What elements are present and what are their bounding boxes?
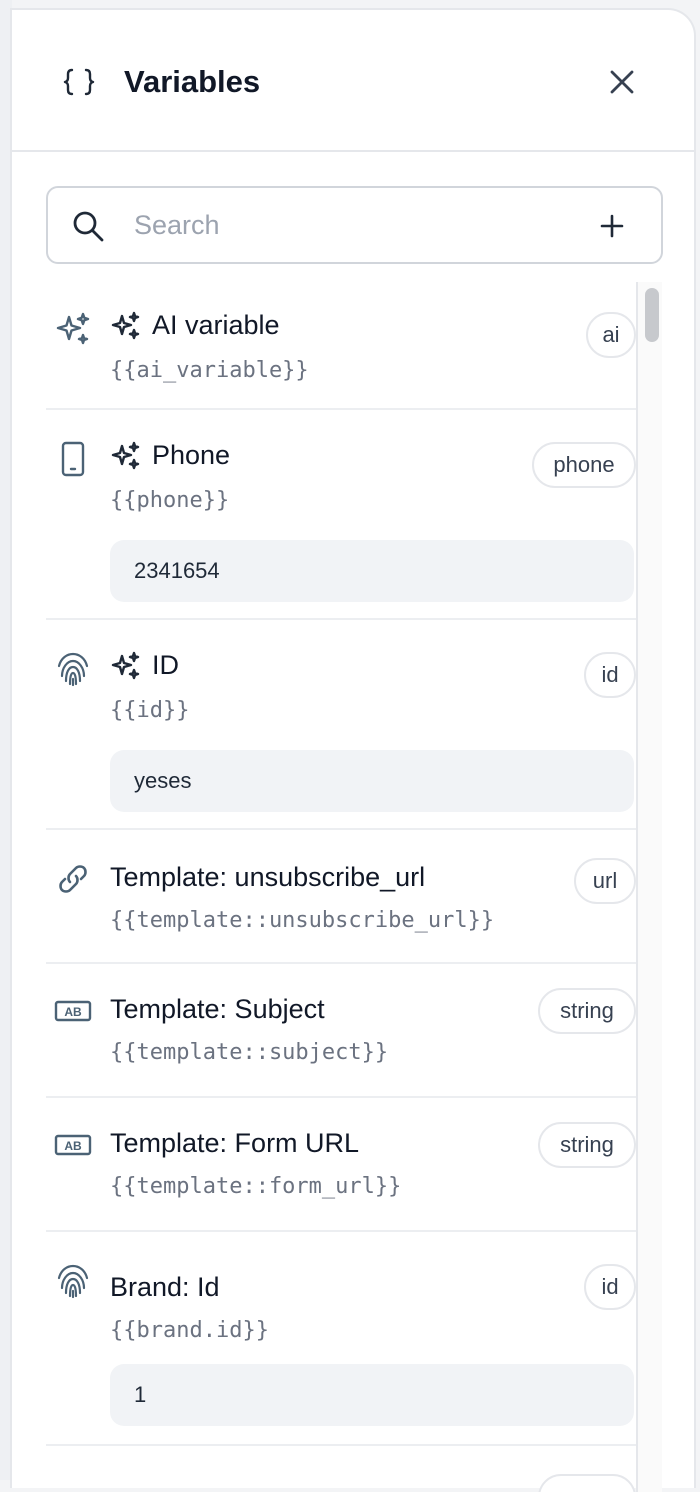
search-icon [73, 211, 104, 242]
type-badge: id [584, 1264, 636, 1310]
variable-item-template-subject[interactable]: AB Template: Subject {{template::subject… [46, 964, 636, 1098]
search-input[interactable] [134, 202, 574, 248]
variable-code: {{template::unsubscribe_url}} [110, 908, 495, 933]
type-badge: url [574, 858, 636, 904]
panel-title: Variables [124, 64, 261, 99]
variables-list: AI variable {{ai_variable}} ai Phone {{p… [46, 282, 636, 1492]
variable-item-template-unsubscribe-url[interactable]: Template: unsubscribe_url {{template::un… [46, 830, 636, 964]
variable-value: 1 [110, 1364, 634, 1426]
variable-code: {{ai_variable}} [110, 358, 309, 383]
variable-value: 2341654 [110, 540, 634, 602]
link-icon [59, 865, 87, 893]
variable-title: ID [152, 650, 179, 680]
search-box [46, 186, 663, 264]
variable-code: {{brand.id}} [110, 1318, 269, 1343]
variable-code: {{phone}} [110, 488, 230, 513]
list-scrollbar[interactable] [636, 282, 662, 1492]
text-ab-icon: AB [54, 1000, 92, 1022]
variable-item-brand-id[interactable]: Brand: Id {{brand.id}} id 1 [46, 1232, 636, 1446]
type-badge [538, 1474, 636, 1492]
braces-icon [63, 68, 95, 96]
variable-code: {{template::subject}} [110, 1040, 389, 1065]
close-icon[interactable] [604, 64, 640, 100]
list-item[interactable] [46, 1446, 636, 1492]
type-badge: id [584, 652, 636, 698]
type-badge: string [538, 988, 636, 1034]
variable-title: Template: unsubscribe_url [110, 862, 426, 892]
phone-icon [61, 441, 85, 477]
variable-value: yeses [110, 750, 634, 812]
svg-text:AB: AB [64, 1005, 82, 1019]
variable-item-phone[interactable]: Phone {{phone}} phone 2341654 [46, 410, 636, 620]
variable-item-template-form-url[interactable]: AB Template: Form URL {{template::form_u… [46, 1098, 636, 1232]
variables-panel: Variables AI variable [10, 8, 696, 1492]
fingerprint-icon [57, 1264, 89, 1299]
variable-code: {{template::form_url}} [110, 1174, 402, 1199]
variable-item-ai-variable[interactable]: AI variable {{ai_variable}} ai [46, 282, 636, 410]
ai-sparkle-icon [111, 651, 140, 680]
variable-item-id[interactable]: ID {{id}} id yeses [46, 620, 636, 830]
variable-title: Template: Form URL [110, 1128, 360, 1158]
variable-title: Brand: Id [110, 1272, 220, 1302]
ai-sparkle-icon [111, 311, 140, 340]
panel-header: Variables [12, 10, 696, 152]
variable-title: Phone [152, 440, 231, 470]
ai-sparkle-icon [111, 441, 140, 470]
variable-title: Template: Subject [110, 994, 325, 1024]
text-ab-icon: AB [54, 1134, 92, 1156]
svg-text:AB: AB [64, 1139, 82, 1153]
type-badge: phone [532, 442, 636, 488]
variable-title: AI variable [152, 310, 280, 340]
type-badge: string [538, 1122, 636, 1168]
fingerprint-icon [57, 652, 89, 687]
scrollbar-thumb[interactable] [645, 288, 659, 342]
add-variable-button[interactable] [596, 210, 628, 242]
variable-code: {{id}} [110, 698, 190, 723]
sparkles-icon [56, 312, 90, 345]
type-badge: ai [586, 312, 636, 358]
